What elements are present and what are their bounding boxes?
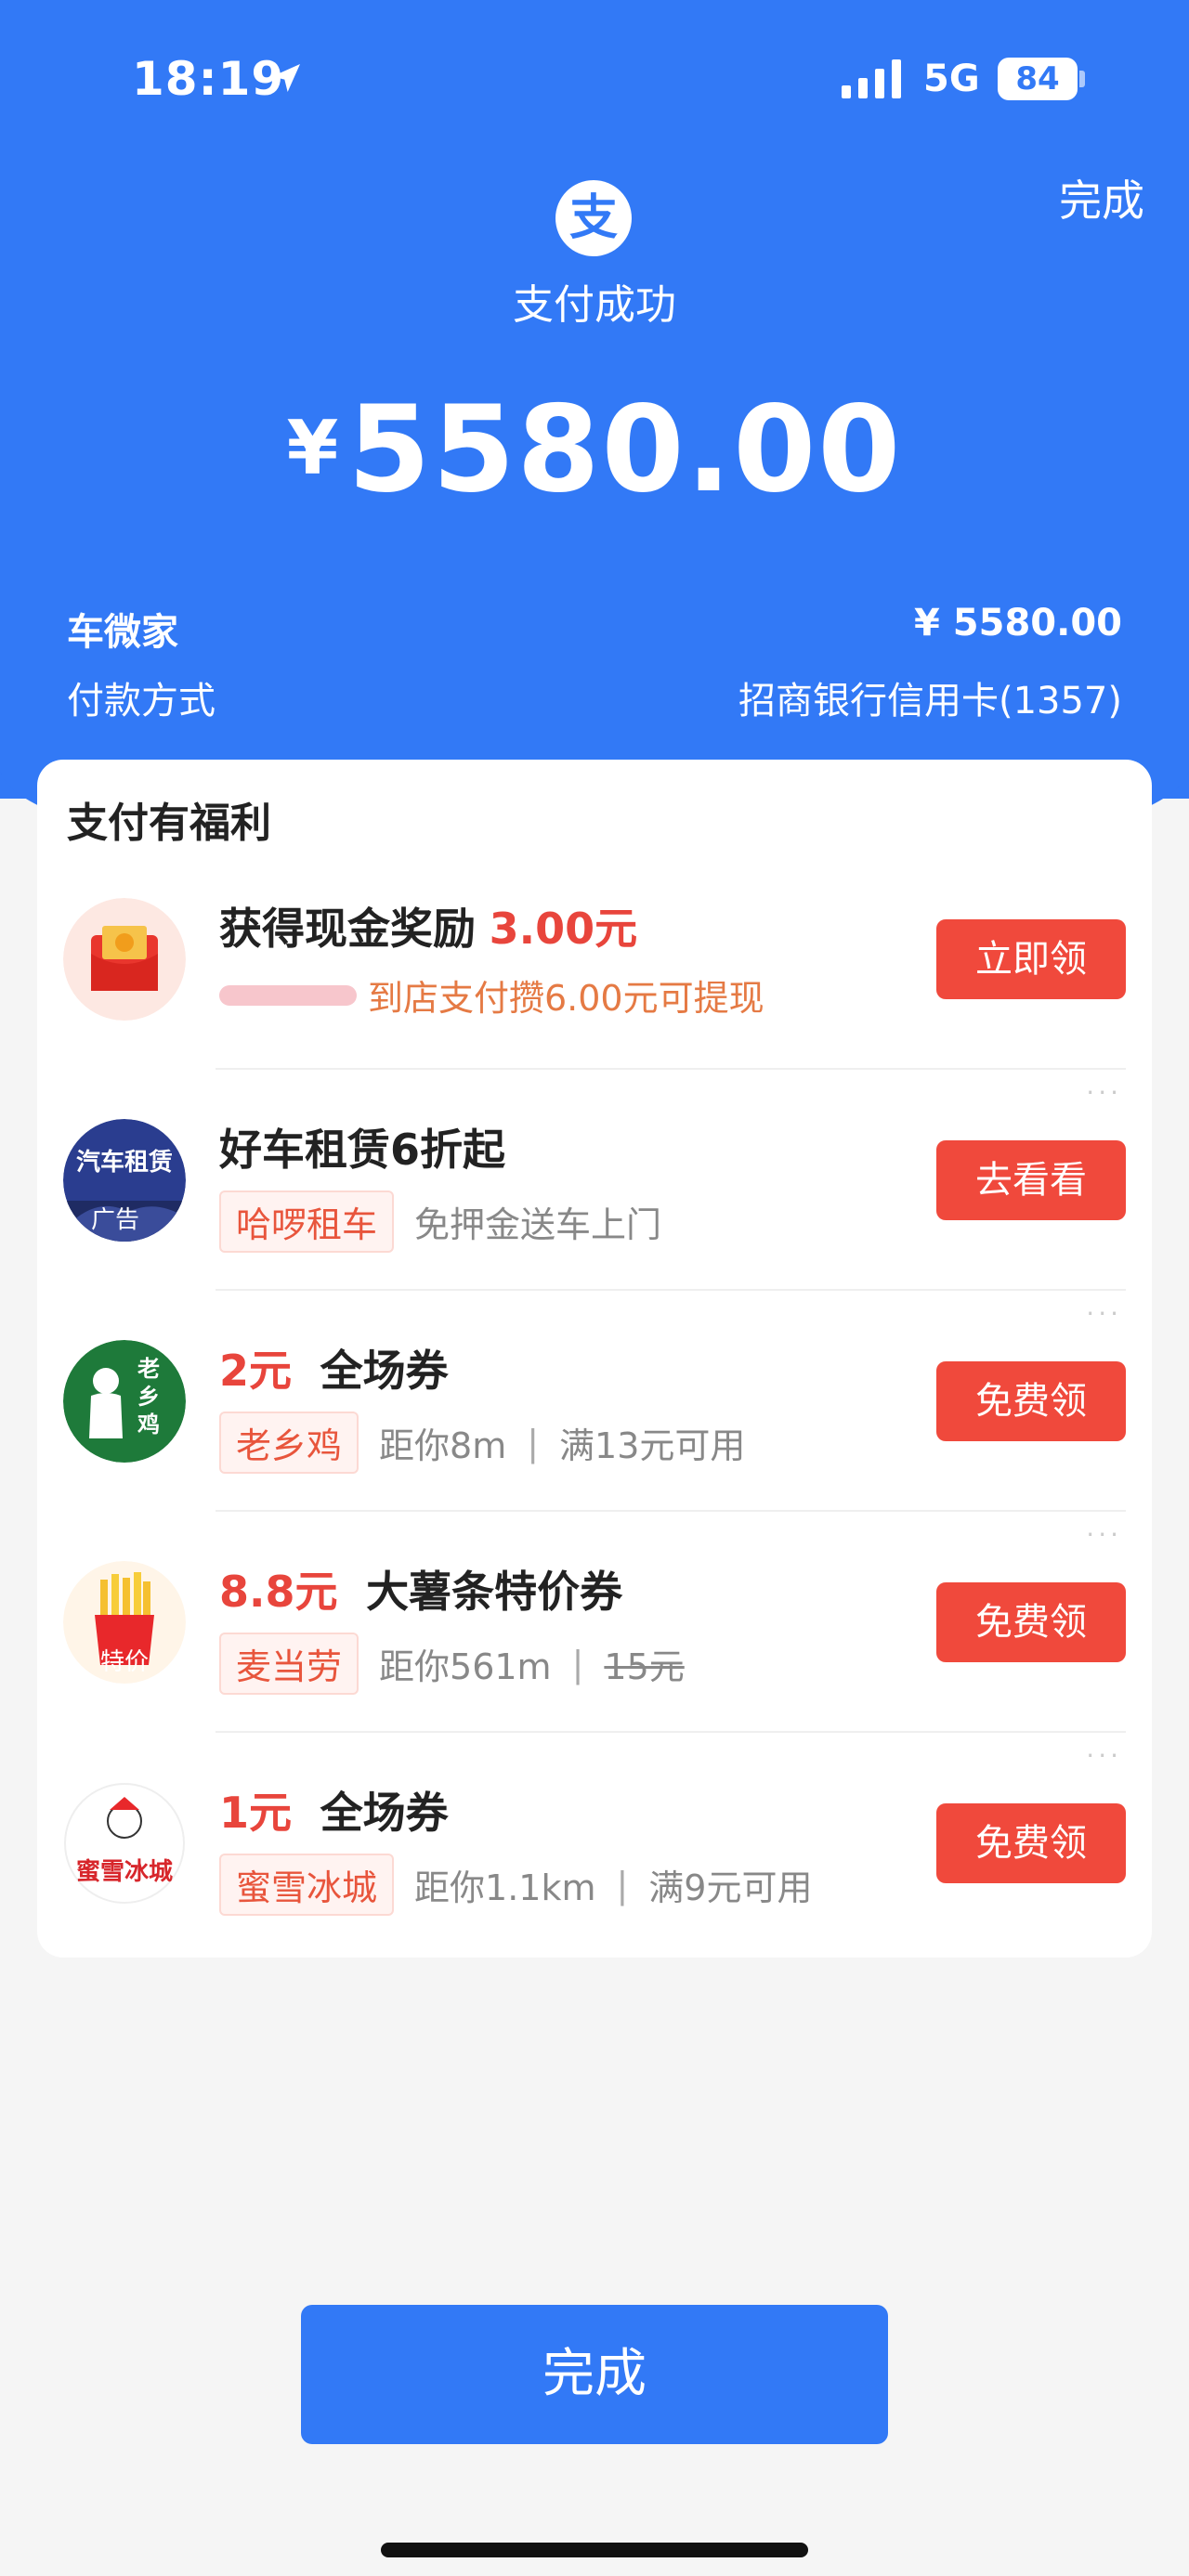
more-options-icon[interactable]: ··· [1086, 1077, 1122, 1108]
merchant-row: 车微家 ¥ 5580.00 [67, 602, 1122, 656]
more-options-icon[interactable]: ··· [1086, 1740, 1122, 1771]
offer-title: 2元 全场券 [219, 1337, 449, 1399]
free-claim-button[interactable]: 免费领 [936, 1361, 1126, 1441]
offer-title-text: 大薯条特价券 [366, 1567, 623, 1617]
free-claim-button[interactable]: 免费领 [936, 1803, 1126, 1883]
offer-title-text: 全场券 [320, 1346, 449, 1396]
mixue-logo: 蜜雪冰城 [63, 1782, 186, 1905]
progress-bar [219, 984, 357, 1006]
merchant-tag: 哈啰租车 [219, 1190, 395, 1253]
more-options-icon[interactable]: ··· [1086, 1519, 1122, 1550]
offer-title-text: 好车租赁6折起 [219, 1125, 506, 1175]
offer-highlight: 8.8元 [219, 1567, 338, 1617]
offer-title: 获得现金奖励 3.00元 [219, 895, 637, 956]
merchant-tag: 麦当劳 [219, 1633, 359, 1695]
merchant-amount: ¥ 5580.00 [914, 602, 1122, 644]
laoxiangji-logo-text: 老乡鸡 [137, 1356, 160, 1438]
offer-title: 好车租赁6折起 [219, 1116, 505, 1177]
offer-car-rental[interactable]: ··· 汽车租赁 广告 好车租赁6折起 哈啰租车 免押金送车上门 去看看 [37, 1070, 1152, 1291]
car-rental-logo-text: 汽车租赁 [75, 1149, 173, 1177]
offer-description: 免押金送车上门 [414, 1204, 662, 1245]
done-link-top[interactable]: 完成 [1059, 167, 1144, 228]
merchant-tag: 老乡鸡 [219, 1412, 359, 1474]
laoxiangji-logo: 老乡鸡 [63, 1340, 186, 1463]
currency-symbol: ¥ [286, 405, 339, 491]
ad-label: 广告 [91, 1206, 140, 1234]
benefits-card: 支付有福利 获得现金奖励 3.00元 到店支付攒6.00元可提现 立即领 ···… [37, 760, 1152, 1958]
offer-subtitle: 到店支付攒6.00元可提现 [219, 969, 764, 1021]
payment-status: 支付成功 [513, 281, 676, 329]
original-price: 15元 [604, 1646, 685, 1687]
payment-success-screen: 18:19 5G 84 完成 支 支付成功 ¥5580.00 车微家 ¥ 558… [0, 0, 1189, 2576]
usage-condition: 满9元可用 [648, 1867, 813, 1908]
distance-text: 距你1.1km [414, 1867, 596, 1908]
amount-value: 5580.00 [347, 381, 903, 519]
benefits-title: 支付有福利 [67, 800, 271, 847]
offer-laoxiangji[interactable]: ··· 老乡鸡 2元 全场券 老乡鸡 距你8m | 满13元可用 免费领 [37, 1291, 1152, 1512]
offer-subtitle: 老乡鸡 距你8m | 满13元可用 [219, 1412, 745, 1474]
signal-icon [842, 59, 901, 98]
free-claim-button[interactable]: 免费领 [936, 1582, 1126, 1662]
separator: | [616, 1864, 629, 1906]
offer-subtitle-text: 到店支付攒6.00元可提现 [368, 978, 764, 1019]
special-price-label: 特价 [99, 1648, 149, 1676]
location-arrow-icon [272, 64, 300, 92]
payment-method-row: 付款方式 招商银行信用卡(1357) [67, 670, 1122, 724]
claim-now-button[interactable]: 立即领 [936, 919, 1126, 999]
offer-title: 1元 全场券 [219, 1779, 449, 1841]
distance-text: 距你561m [379, 1646, 552, 1687]
offer-highlight: 3.00元 [489, 904, 638, 954]
offer-cash-reward[interactable]: 获得现金奖励 3.00元 到店支付攒6.00元可提现 立即领 [37, 849, 1152, 1070]
more-options-icon[interactable]: ··· [1086, 1298, 1122, 1329]
distance-text: 距你8m [379, 1425, 507, 1466]
fries-logo: 特价 [63, 1561, 186, 1684]
payment-method-label: 付款方式 [67, 680, 216, 722]
merchant-tag: 蜜雪冰城 [219, 1854, 395, 1916]
usage-condition: 满13元可用 [559, 1425, 746, 1466]
offer-highlight: 1元 [219, 1788, 293, 1838]
offer-mcdonalds[interactable]: ··· 特价 8.8元 大薯条特价券 麦当劳 距你561m | 15元 免费领 [37, 1512, 1152, 1733]
payment-amount: ¥5580.00 [0, 381, 1189, 519]
offer-title: 8.8元 大薯条特价券 [219, 1558, 622, 1620]
merchant-name: 车微家 [67, 611, 178, 654]
car-rental-logo: 汽车租赁 广告 [63, 1119, 186, 1242]
offer-title-text: 获得现金奖励 [219, 904, 476, 954]
red-envelope-icon [63, 898, 186, 1021]
network-type: 5G [923, 58, 980, 100]
separator: | [527, 1422, 540, 1464]
offer-subtitle: 哈啰租车 免押金送车上门 [219, 1190, 661, 1253]
status-time: 18:19 [132, 52, 285, 106]
payment-method-value: 招商银行信用卡(1357) [738, 680, 1122, 722]
status-bar: 18:19 5G 84 [0, 0, 1189, 149]
go-see-button[interactable]: 去看看 [936, 1140, 1126, 1220]
home-indicator[interactable] [381, 2543, 808, 2557]
done-button[interactable]: 完成 [301, 2305, 888, 2444]
alipay-logo-icon: 支 [555, 180, 632, 256]
battery-icon: 84 [998, 58, 1078, 100]
battery-tip [1079, 71, 1085, 87]
mixue-logo-text: 蜜雪冰城 [75, 1858, 173, 1886]
offer-highlight: 2元 [219, 1346, 293, 1396]
offer-subtitle: 蜜雪冰城 距你1.1km | 满9元可用 [219, 1854, 812, 1916]
offer-mixue[interactable]: ··· 蜜雪冰城 1元 全场券 蜜雪冰城 距你1.1km | 满9元可用 免费领 [37, 1733, 1152, 1954]
offer-title-text: 全场券 [320, 1788, 449, 1838]
offer-subtitle: 麦当劳 距你561m | 15元 [219, 1633, 685, 1695]
separator: | [571, 1643, 584, 1685]
